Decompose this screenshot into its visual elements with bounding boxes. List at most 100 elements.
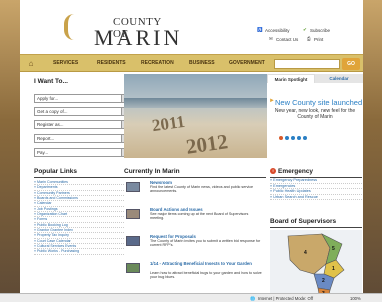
globe-icon: 🌐 — [250, 296, 256, 301]
carousel-dot[interactable] — [291, 136, 295, 140]
apply-for-value: Apply for... — [37, 96, 59, 101]
print-icon: ⎙ — [307, 36, 311, 41]
site-search-input[interactable] — [274, 59, 340, 69]
main-nav: ⌂ SERVICES RESIDENTS RECREATION BUSINESS… — [20, 54, 363, 72]
district-label: 2 — [322, 278, 325, 284]
news-desc: The County of Marin invites you to submi… — [150, 239, 261, 248]
mail-icon: ✉ — [269, 36, 273, 41]
link-label: Public Works - Purchasing — [37, 249, 80, 254]
list-item[interactable]: » Urban Search and Rescue — [270, 195, 362, 200]
link-label: Grantor Grantee Index — [37, 228, 73, 233]
bos-heading: Board of Supervisors — [270, 218, 362, 228]
link-label: Departments — [37, 185, 58, 190]
link-label: Property Tax Inquiry — [37, 233, 69, 238]
get-copy-select[interactable]: Get a copy of...▼ — [34, 107, 130, 116]
list-item[interactable]: » Public Works - Purchasing — [34, 249, 124, 255]
report-value: Report... — [37, 136, 55, 141]
link-label: Emergency Preparedness — [273, 178, 318, 182]
tab-marin-spotlight[interactable]: Marin Spotlight — [267, 74, 315, 83]
news-thumbnail — [126, 209, 140, 219]
currently-heading: Currently In Marin — [124, 168, 266, 178]
new-year-beach-photo: 2011 2012 — [124, 74, 267, 158]
sand-2012-text: 2012 — [184, 129, 230, 158]
news-desc: See major items coming up at the next Bo… — [150, 212, 249, 221]
register-as-value: Register as... — [37, 122, 64, 127]
nav-services[interactable]: SERVICES — [53, 60, 78, 66]
link-label: Court Case Calendar — [37, 238, 71, 243]
news-desc: Learn how to attract beneficial bugs to … — [150, 271, 262, 280]
popular-links: Popular Links » Marin Communities » Depa… — [34, 168, 124, 255]
pay-select[interactable]: Pay...▼ — [34, 148, 130, 157]
link-label: Cultural Services Events — [37, 244, 77, 249]
district-label: 5 — [332, 246, 335, 252]
apply-for-select[interactable]: Apply for...▼ — [34, 94, 130, 103]
accessibility-icon: ♿ — [257, 27, 263, 32]
register-as-select[interactable]: Register as...▼ — [34, 120, 130, 129]
district-label: 4 — [304, 250, 307, 256]
subscribe-icon: ✔ — [303, 27, 307, 32]
nav-residents[interactable]: RESIDENTS — [97, 60, 126, 66]
news-item[interactable]: Request for Proposals The County of Mari… — [124, 234, 266, 260]
subscribe-link[interactable]: Subscribe — [310, 28, 330, 33]
accessibility-link[interactable]: Accessibility — [265, 28, 290, 33]
browser-status-bar: 🌐 Internet | Protected Mode: Off 100% — [0, 293, 382, 302]
link-label: Public Booking Log — [37, 222, 68, 227]
news-desc: Find the latest County of Marin news, vi… — [150, 185, 254, 194]
link-label: Boards and Commissions — [37, 196, 78, 201]
news-thumbnail — [126, 182, 140, 192]
link-label: Public Health Updates — [273, 189, 311, 193]
spotlight-panel: Marin Spotlight Calendar ► New County si… — [267, 74, 363, 158]
news-thumbnail — [126, 263, 140, 273]
news-item[interactable]: Board Actions and Issues See major items… — [124, 207, 266, 233]
link-label: Job Postings — [37, 206, 58, 211]
carousel-dot[interactable] — [279, 136, 283, 140]
emergency-list: » Emergency Preparedness » Emergencies »… — [270, 178, 362, 200]
emergency-heading: ! Emergency — [270, 168, 362, 178]
logo-marin-text: MARIN — [94, 25, 183, 50]
news-item[interactable]: Newsroom Find the latest County of Marin… — [124, 180, 266, 206]
popular-links-heading: Popular Links — [34, 168, 124, 178]
zoom-level[interactable]: 100% — [350, 296, 361, 301]
board-of-supervisors: Board of Supervisors 4 5 1 2 3 — [270, 218, 362, 302]
district-4-shape[interactable] — [287, 233, 331, 275]
search-go-button[interactable]: GO — [342, 58, 360, 70]
logo-arc — [64, 14, 80, 40]
link-label: Emergencies — [273, 183, 296, 188]
popular-links-list: » Marin Communities » Departments » Comm… — [34, 180, 124, 255]
nav-business[interactable]: BUSINESS — [189, 60, 215, 66]
print-link[interactable]: Print — [314, 37, 323, 42]
spotlight-tabs: Marin Spotlight Calendar — [267, 74, 363, 83]
link-label: Forms — [37, 217, 48, 222]
tab-calendar[interactable]: Calendar — [315, 74, 363, 83]
alert-icon: ! — [270, 168, 276, 175]
district-map[interactable]: 4 5 1 2 3 — [270, 230, 362, 302]
security-zone: Internet | Protected Mode: Off — [258, 296, 314, 301]
report-select[interactable]: Report...▼ — [34, 134, 130, 143]
pay-value: Pay... — [37, 150, 49, 155]
district-map-svg — [287, 233, 345, 301]
sand-2011-text: 2011 — [150, 111, 187, 136]
emergency-title: Emergency — [278, 168, 314, 175]
carousel-dot[interactable] — [285, 136, 289, 140]
link-label: Community Partners — [37, 190, 70, 195]
currently-in-marin: Currently In Marin Newsroom Find the lat… — [124, 168, 266, 279]
news-thumbnail — [126, 236, 140, 246]
get-copy-value: Get a copy of... — [37, 109, 68, 114]
ocean-wave — [124, 98, 267, 108]
district-label: 1 — [332, 266, 335, 272]
nav-government[interactable]: GOVERNMENT — [229, 60, 265, 66]
nav-recreation[interactable]: RECREATION — [141, 60, 174, 66]
spotlight-body: New year, new look, new feel for the Cou… — [274, 108, 356, 120]
contact-link[interactable]: Contact Us — [276, 37, 298, 42]
county-logo[interactable]: COUNTY OF MARIN — [64, 10, 179, 50]
news-title[interactable]: 1/14 - Attracting Beneficial Insects to … — [150, 261, 252, 266]
news-item[interactable]: 1/14 - Attracting Beneficial Insects to … — [124, 261, 266, 287]
link-label: Marin Communities — [37, 180, 68, 184]
link-label: Organization Chart — [37, 212, 68, 217]
carousel-dot[interactable] — [303, 136, 307, 140]
link-label: Calendar — [37, 201, 52, 206]
spotlight-headline[interactable]: New County site launched — [275, 98, 362, 107]
home-icon[interactable]: ⌂ — [22, 55, 40, 71]
carousel-dot[interactable] — [297, 136, 301, 140]
emergency-panel: ! Emergency » Emergency Preparedness » Em… — [270, 168, 362, 200]
